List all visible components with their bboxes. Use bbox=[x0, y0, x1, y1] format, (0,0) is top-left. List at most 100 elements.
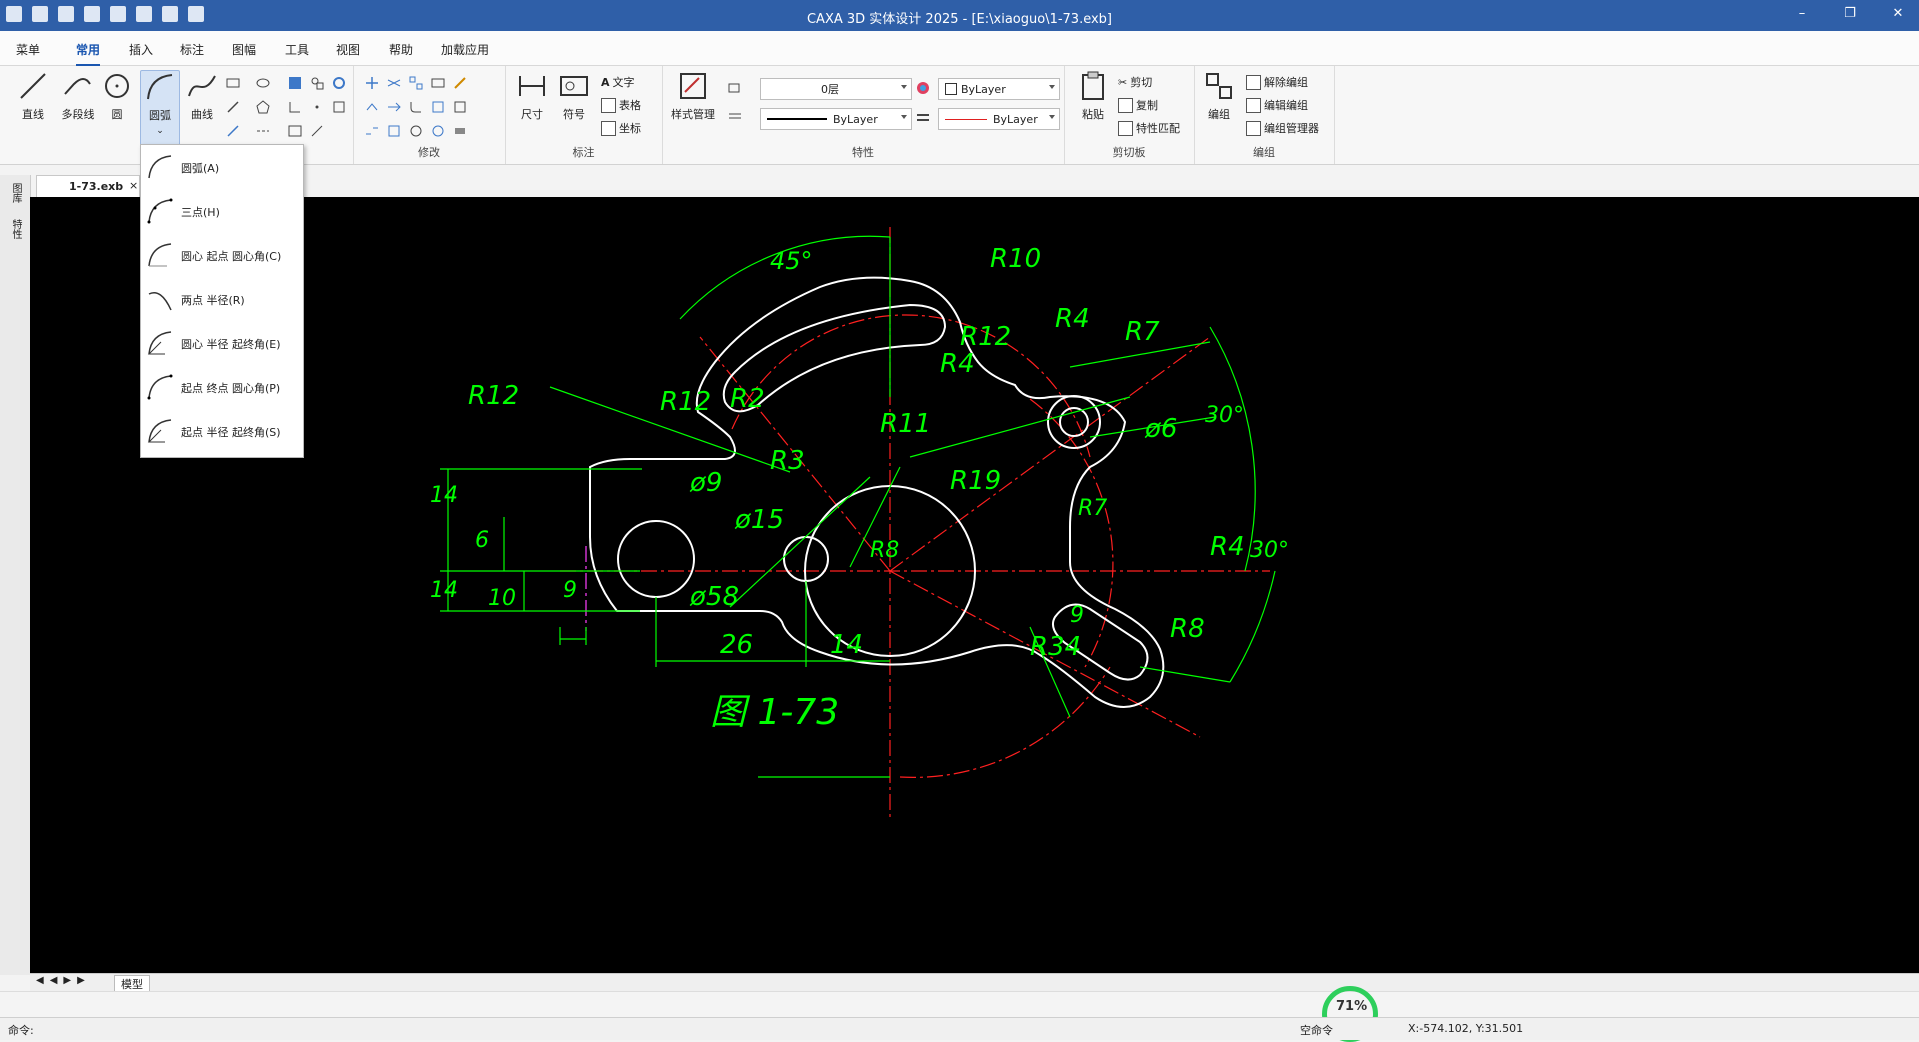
dim-label: R8 bbox=[1170, 614, 1205, 644]
curve-button[interactable]: 曲线 bbox=[183, 70, 221, 122]
library-tab[interactable]: 图库 bbox=[8, 183, 23, 203]
dim-label: R2 bbox=[730, 384, 765, 414]
menu-item-annotate[interactable]: 标注 bbox=[180, 41, 204, 58]
command-line[interactable]: 71% bbox=[0, 986, 1919, 1042]
group-manager-button[interactable]: 编组管理器 bbox=[1246, 120, 1319, 136]
group-manager-icon bbox=[1246, 120, 1261, 136]
leader-ø58 bbox=[729, 476, 871, 608]
close-tab-icon[interactable]: × bbox=[129, 179, 138, 192]
menu-item-addons[interactable]: 加载应用 bbox=[441, 41, 489, 58]
layer-select[interactable]: 0层 bbox=[760, 78, 912, 100]
rotate-icon[interactable] bbox=[431, 100, 445, 114]
chamfer-icon[interactable] bbox=[387, 124, 401, 138]
dim-label: R19 bbox=[950, 466, 1001, 496]
move-icon[interactable] bbox=[365, 76, 379, 90]
trim-icon[interactable] bbox=[387, 76, 401, 90]
text-button[interactable]: A 文字 bbox=[601, 74, 635, 90]
menu-item-common[interactable]: 常用 bbox=[76, 41, 101, 66]
polygon-icon[interactable] bbox=[256, 100, 270, 114]
copy-button[interactable]: 复制 bbox=[1118, 97, 1158, 113]
scale-icon[interactable] bbox=[453, 76, 467, 90]
lineweight-select[interactable]: ByLayer bbox=[938, 108, 1060, 130]
dim-label: 45° bbox=[770, 247, 813, 275]
curve-icon bbox=[188, 75, 216, 97]
centerline-icon[interactable] bbox=[256, 124, 270, 138]
tab-nav-arrows[interactable]: ◀◀▶▶ bbox=[36, 975, 91, 986]
offset-icon[interactable] bbox=[431, 124, 445, 138]
array-icon[interactable] bbox=[409, 76, 423, 90]
angle-line-icon[interactable] bbox=[288, 100, 302, 114]
linetype-icon[interactable] bbox=[728, 110, 742, 124]
menu-item-help[interactable]: 帮助 bbox=[389, 41, 413, 58]
fill-icon[interactable] bbox=[332, 76, 346, 90]
arc-button[interactable]: 圆弧 ⌄ bbox=[140, 70, 180, 154]
arc-menu-item[interactable]: 两点 半径(R) bbox=[141, 279, 301, 319]
region-icon[interactable] bbox=[332, 100, 346, 114]
pen-icon[interactable] bbox=[226, 100, 240, 114]
paste-icon bbox=[1082, 71, 1104, 100]
line-button[interactable]: 直线 bbox=[14, 70, 52, 122]
layer-manager-icon[interactable] bbox=[728, 80, 742, 94]
block-icon[interactable] bbox=[310, 76, 324, 90]
group-icon bbox=[1206, 73, 1232, 99]
offset-line-icon[interactable] bbox=[226, 124, 240, 138]
start-end-angle-arc-icon bbox=[147, 374, 173, 400]
menu-item-view[interactable]: 视图 bbox=[336, 41, 360, 58]
cut-button[interactable]: ✂ 剪切 bbox=[1118, 74, 1152, 90]
minimize-button[interactable]: – bbox=[1792, 6, 1812, 24]
image-icon[interactable] bbox=[288, 124, 302, 138]
break-icon[interactable] bbox=[365, 124, 379, 138]
menu-item-sheet[interactable]: 图幅 bbox=[232, 41, 256, 58]
group-button[interactable]: 编组 bbox=[1200, 70, 1238, 122]
coordinate-button[interactable]: 坐标 bbox=[601, 120, 641, 136]
menu-item-main[interactable]: 菜单 bbox=[16, 41, 40, 58]
document-tab[interactable]: 1-73.exb × bbox=[36, 175, 140, 198]
command-prompt: 命令: bbox=[8, 1024, 34, 1037]
arc-icon bbox=[148, 155, 172, 179]
dimension-button[interactable]: 尺寸 bbox=[513, 70, 551, 122]
mirror-icon[interactable] bbox=[431, 76, 445, 90]
properties-tab[interactable]: 特性 bbox=[8, 219, 23, 239]
close-button[interactable]: ✕ bbox=[1888, 6, 1908, 24]
insert-object-icon[interactable] bbox=[310, 124, 324, 138]
color-wheel-icon[interactable] bbox=[916, 81, 930, 95]
hatch-icon[interactable] bbox=[288, 76, 302, 90]
explode-icon[interactable] bbox=[409, 124, 423, 138]
arc-menu-item[interactable]: 圆心 起点 圆心角(C) bbox=[141, 235, 301, 275]
dim-label: R4 bbox=[940, 349, 975, 379]
copy-object-icon[interactable] bbox=[365, 100, 379, 114]
match-properties-button[interactable]: 特性匹配 bbox=[1118, 120, 1180, 136]
lineweight-icon[interactable] bbox=[916, 111, 930, 125]
point-icon[interactable] bbox=[310, 100, 324, 114]
dim-label: R12 bbox=[468, 381, 519, 411]
arc-menu-item[interactable]: 起点 终点 圆心角(P) bbox=[141, 367, 301, 407]
arc-menu-item[interactable]: 起点 半径 起终角(S) bbox=[141, 411, 301, 451]
polyline-button[interactable]: 多段线 bbox=[56, 70, 100, 122]
style-manager-button[interactable]: 样式管理 bbox=[668, 70, 718, 122]
zoom-level[interactable]: 71% bbox=[1336, 999, 1367, 1014]
arc-menu-item[interactable]: 圆弧(A) bbox=[141, 147, 301, 187]
arc-menu-item[interactable]: 圆心 半径 起终角(E) bbox=[141, 323, 301, 363]
ellipse-icon[interactable] bbox=[256, 76, 270, 90]
linetype-select[interactable]: ByLayer bbox=[760, 108, 912, 130]
circle-button[interactable]: 圆 bbox=[98, 70, 136, 122]
menu-item-tools[interactable]: 工具 bbox=[285, 41, 309, 58]
ungroup-icon bbox=[1246, 74, 1261, 90]
menu-item-insert[interactable]: 插入 bbox=[129, 41, 153, 58]
stretch-icon[interactable] bbox=[453, 100, 467, 114]
fillet-icon[interactable] bbox=[409, 100, 423, 114]
rectangle-icon[interactable] bbox=[226, 76, 240, 90]
erase-icon[interactable] bbox=[453, 124, 467, 138]
drawing-canvas[interactable]: 45° R10 R12 R12 R4 R4 R7 R12 R2 R11 R3 ø… bbox=[30, 197, 1919, 973]
maximize-button[interactable]: ❐ bbox=[1840, 6, 1860, 24]
ungroup-button[interactable]: 解除编组 bbox=[1246, 74, 1308, 90]
symbol-button[interactable]: 符号 bbox=[555, 70, 593, 122]
table-button[interactable]: 表格 bbox=[601, 97, 641, 113]
dim-label: R7 bbox=[1078, 496, 1107, 521]
edit-group-button[interactable]: 编辑编组 bbox=[1246, 97, 1308, 113]
three-point-arc-icon bbox=[147, 198, 173, 224]
extend-icon[interactable] bbox=[387, 100, 401, 114]
color-select[interactable]: ByLayer bbox=[938, 78, 1060, 100]
paste-button[interactable]: 粘贴 bbox=[1074, 70, 1112, 122]
arc-menu-item[interactable]: 三点(H) bbox=[141, 191, 301, 231]
